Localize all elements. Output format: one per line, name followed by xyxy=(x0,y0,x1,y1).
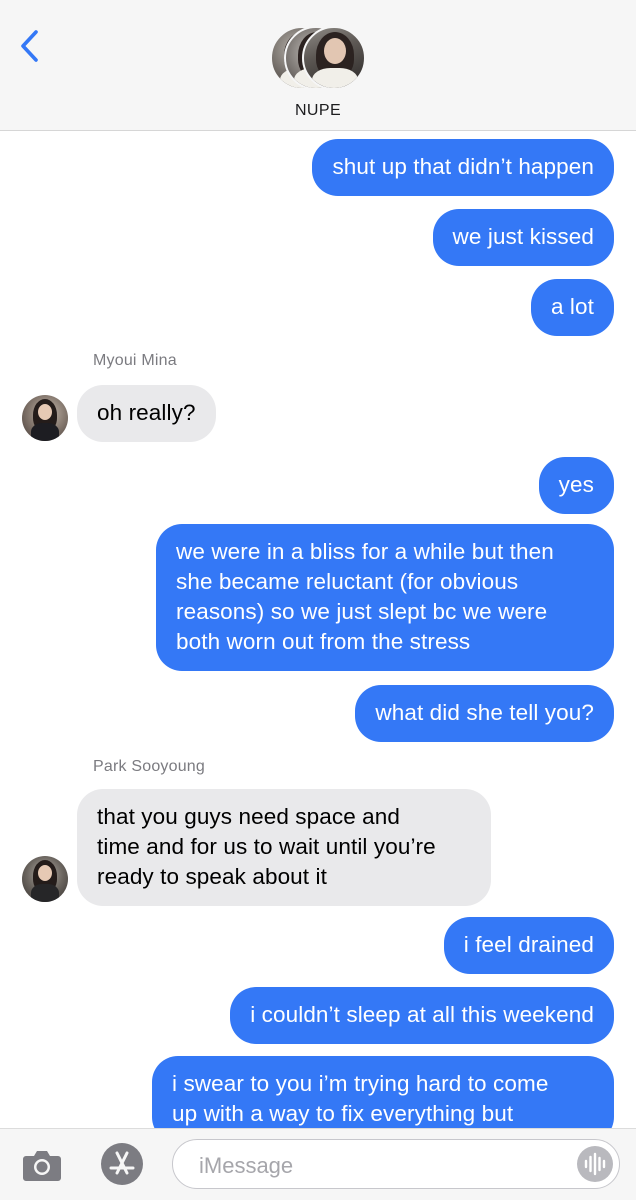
sender-avatar[interactable] xyxy=(22,395,68,441)
message-line: both worn out from the stress xyxy=(176,629,471,654)
message-text: i feel drained xyxy=(463,932,594,957)
message-text: we just kissed xyxy=(452,224,594,249)
message-text: yes xyxy=(558,472,594,497)
imessage-screen: NUPE shut up that didn’t happen we just … xyxy=(0,0,636,1200)
sent-message[interactable]: yes xyxy=(538,457,614,514)
back-button[interactable] xyxy=(14,26,48,66)
app-store-icon xyxy=(101,1143,143,1185)
sent-message[interactable]: we were in a bliss for a while but then … xyxy=(156,524,614,671)
message-line: up with a way to fix everything but xyxy=(172,1101,514,1126)
group-member-avatar xyxy=(302,26,366,90)
message-line: ready to speak about it xyxy=(97,864,327,889)
message-line: reasons) so we just slept bc we were xyxy=(176,599,548,624)
input-placeholder: iMessage xyxy=(199,1153,294,1178)
message-text: oh really? xyxy=(97,400,196,425)
sent-message[interactable]: we just kissed xyxy=(432,209,614,266)
camera-button[interactable] xyxy=(20,1145,64,1185)
sent-message[interactable]: i couldn’t sleep at all this weekend xyxy=(230,987,614,1044)
group-name[interactable]: NUPE xyxy=(0,102,636,120)
message-line: that you guys need space and xyxy=(97,804,401,829)
received-message[interactable]: that you guys need space and time and fo… xyxy=(77,789,491,906)
audio-waveform-icon xyxy=(584,1152,606,1176)
message-text: a lot xyxy=(550,294,594,319)
app-store-button[interactable] xyxy=(96,1141,148,1187)
sender-avatar[interactable] xyxy=(22,856,68,902)
chevron-left-icon xyxy=(21,30,38,62)
group-avatar[interactable] xyxy=(270,26,366,94)
message-line: we were in a bliss for a while but then xyxy=(176,539,554,564)
conversation-header: NUPE xyxy=(0,0,636,131)
message-list[interactable]: shut up that didn’t happen we just kisse… xyxy=(0,131,636,1128)
composer-bar: iMessage xyxy=(0,1128,636,1200)
sent-message[interactable]: i feel drained xyxy=(443,917,614,974)
received-message[interactable]: oh really? xyxy=(77,385,216,442)
imessage-input[interactable]: iMessage xyxy=(172,1139,620,1189)
message-line: she became reluctant (for obvious xyxy=(176,569,519,594)
message-text: shut up that didn’t happen xyxy=(332,154,594,179)
message-line: i swear to you i’m trying hard to come xyxy=(172,1071,549,1096)
sent-message[interactable]: a lot xyxy=(530,279,614,336)
message-text: i couldn’t sleep at all this weekend xyxy=(250,1002,594,1027)
camera-icon xyxy=(23,1151,61,1181)
message-line: time and for us to wait until you’re xyxy=(97,834,436,859)
sent-message[interactable]: shut up that didn’t happen xyxy=(312,139,614,196)
sent-message[interactable]: what did she tell you? xyxy=(355,685,614,742)
sender-name: Park Sooyoung xyxy=(93,758,206,775)
sent-message[interactable]: i swear to you i’m trying hard to come u… xyxy=(152,1056,614,1128)
sender-name: Myoui Mina xyxy=(93,352,177,369)
audio-message-button[interactable] xyxy=(577,1146,613,1182)
message-text: what did she tell you? xyxy=(375,700,594,725)
